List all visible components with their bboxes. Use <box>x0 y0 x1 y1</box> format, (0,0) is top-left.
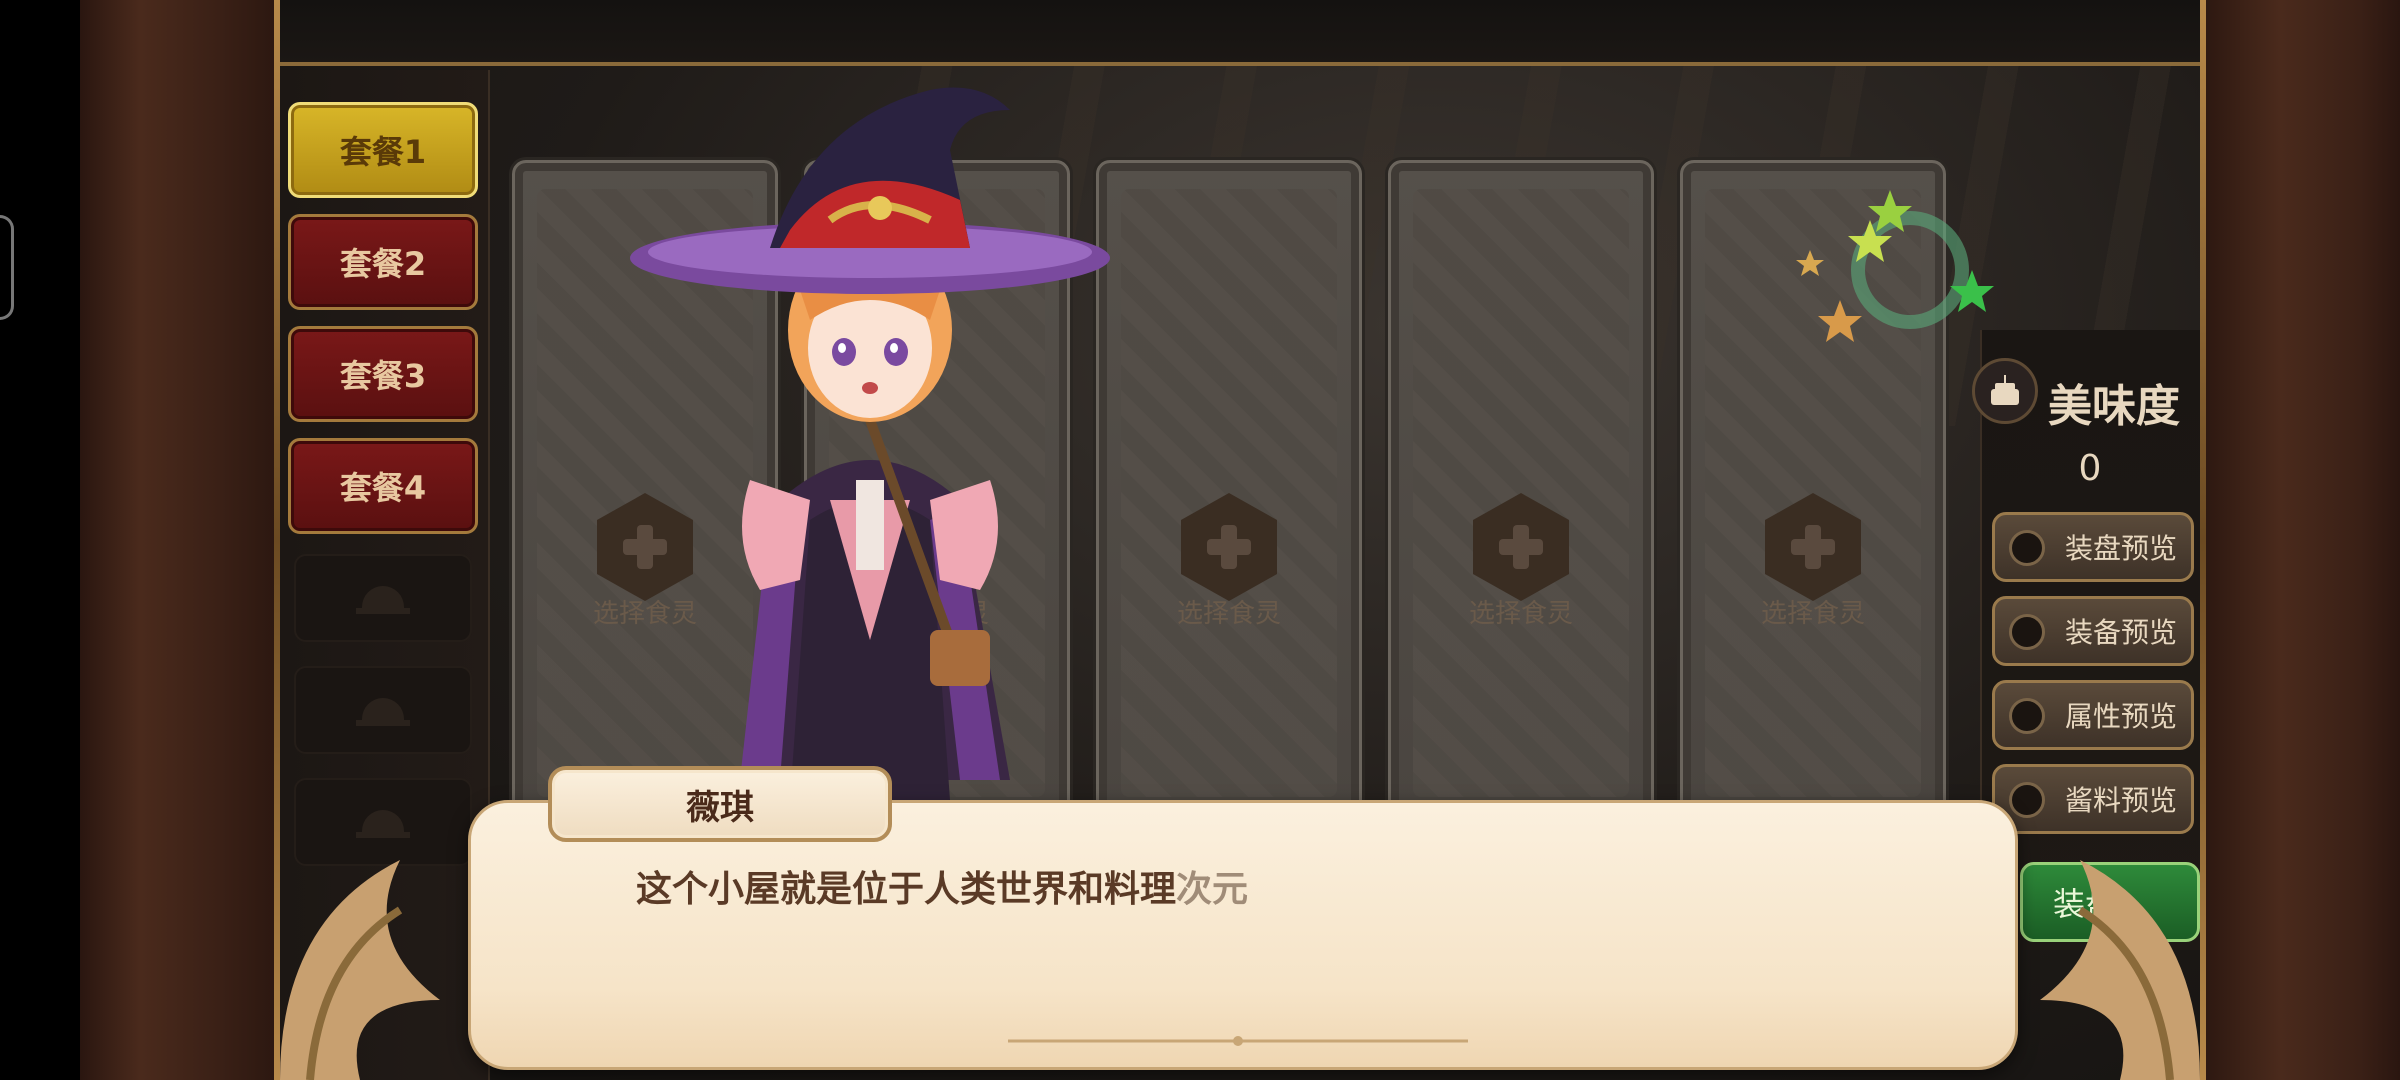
equipment-preview-label: 装备预览 <box>2065 616 2178 649</box>
attribute-preview-toggle[interactable]: 属性预览 <box>1992 680 2194 750</box>
scroll-ornament-left <box>280 860 440 1080</box>
dialog-box[interactable]: 薇琪 这个小屋就是位于人类世界和料理次元 <box>468 766 2018 1070</box>
radio-icon <box>2009 614 2045 650</box>
cloche-icon <box>356 580 410 616</box>
tab-set-3[interactable]: 套餐3 <box>288 326 478 422</box>
tab-set-4[interactable]: 套餐4 <box>288 438 478 534</box>
add-icon <box>1765 493 1861 601</box>
back-edge-handle[interactable] <box>0 215 14 320</box>
food-soul-slot-3[interactable]: 选择食灵 <box>1096 160 1362 820</box>
taste-label: 美味度 <box>2048 381 2180 432</box>
taste-value: 0 <box>2078 448 2102 489</box>
attribute-preview-label: 属性预览 <box>2065 700 2178 733</box>
plating-preview-label: 装盘预览 <box>2065 532 2178 565</box>
tab-set-1[interactable]: 套餐1 <box>288 102 478 198</box>
speaker-name-tag: 薇琪 <box>548 766 892 842</box>
dialog-divider-ornament <box>1008 1036 1468 1046</box>
radio-icon <box>2009 530 2045 566</box>
equipment-preview-toggle[interactable]: 装备预览 <box>1992 596 2194 666</box>
dialog-text: 这个小屋就是位于人类世界和料理次元 <box>636 869 1249 910</box>
top-bar <box>280 0 2200 66</box>
sparkle-stars-effect <box>1796 190 1994 342</box>
frame-left-wood <box>80 0 280 1080</box>
frame-right-wood <box>2200 0 2400 1080</box>
slot-label: 选择食灵 <box>1176 599 1281 629</box>
food-soul-slot-4[interactable]: 选择食灵 <box>1388 160 1654 820</box>
witch-character-portrait <box>630 87 1110 800</box>
add-icon <box>1473 493 1569 601</box>
tab-set-locked-6[interactable] <box>294 666 472 754</box>
slot-label: 选择食灵 <box>1468 599 1573 629</box>
plating-preview-toggle[interactable]: 装盘预览 <box>1992 512 2194 582</box>
radio-icon <box>2009 698 2045 734</box>
slot-label: 选择食灵 <box>1760 599 1865 629</box>
tab-set-locked-5[interactable] <box>294 554 472 642</box>
cloche-icon <box>356 692 410 728</box>
add-icon <box>1181 493 1277 601</box>
tab-set-2[interactable]: 套餐2 <box>288 214 478 310</box>
